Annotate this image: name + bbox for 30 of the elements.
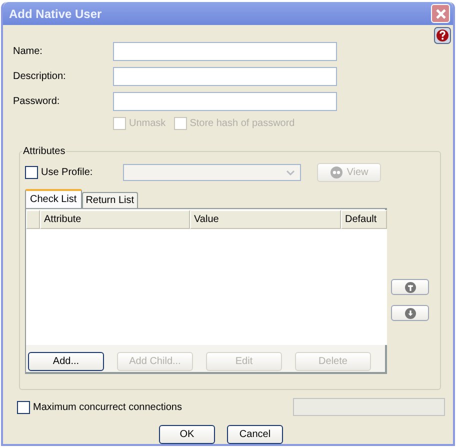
dialog-button[interactable]: OK <box>159 425 215 444</box>
checkbox-label: Use Profile: <box>41 166 93 178</box>
tab[interactable]: Check List <box>25 189 82 208</box>
window-title: Add Native User <box>9 6 102 20</box>
checkbox[interactable] <box>17 400 30 414</box>
dialog-button[interactable]: Cancel <box>227 425 283 444</box>
move-up-button[interactable] <box>391 279 429 295</box>
up-arrow-icon <box>404 282 416 292</box>
checkbox-label: Unmask <box>129 118 166 128</box>
help-icon[interactable] <box>434 27 451 44</box>
column-header[interactable]: Default <box>341 210 387 229</box>
table-action-button[interactable]: Add... <box>28 352 104 371</box>
checkbox[interactable] <box>25 166 38 178</box>
field-label: Description: <box>13 71 67 82</box>
text-field[interactable] <box>113 92 337 111</box>
checkbox-label: Maximum concurrect connections <box>33 402 182 412</box>
column-header[interactable]: Attribute <box>40 210 190 229</box>
profile-dropdown[interactable] <box>123 164 301 180</box>
group-title: Attributes <box>22 146 66 157</box>
view-icon <box>330 166 343 178</box>
text-field[interactable] <box>113 67 337 86</box>
field-label: Password: <box>13 96 61 107</box>
close-icon <box>434 8 446 20</box>
caret-icon <box>286 170 295 176</box>
column-header[interactable]: Value <box>190 210 341 229</box>
tab[interactable]: Return List <box>82 192 138 208</box>
checkbox-label: Store hash of password <box>190 118 295 128</box>
move-down-button[interactable] <box>391 305 429 321</box>
field-label: Name: <box>13 46 44 57</box>
text-field[interactable] <box>113 42 337 61</box>
